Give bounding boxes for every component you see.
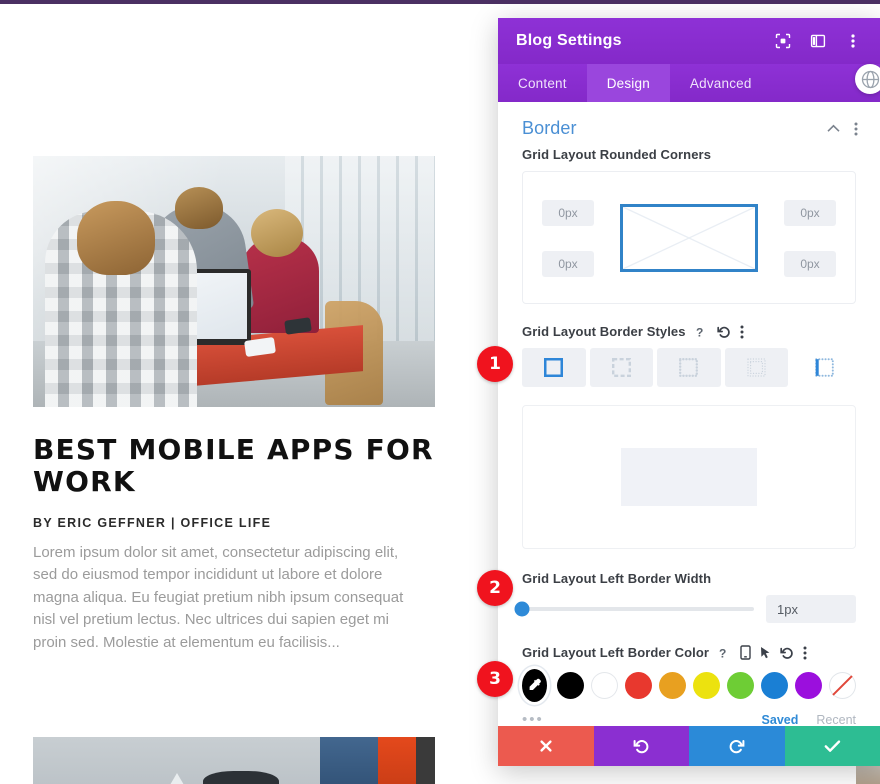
modal-header-icons [774, 32, 862, 50]
focus-icon[interactable] [774, 32, 792, 50]
color-swatch-black[interactable] [557, 672, 584, 699]
modal-body: Border Grid Layout Rounded Corners 0px 0… [498, 102, 880, 726]
border-style-options [522, 348, 856, 387]
modal-header: Blog Settings [498, 18, 880, 64]
eyedropper-icon[interactable] [522, 669, 547, 702]
left-border-width-slider[interactable] [514, 601, 754, 617]
field-rounded-corners: Grid Layout Rounded Corners 0px 0px 0px … [498, 147, 880, 304]
post-title: BEST MOBILE APPS FOR WORK [33, 433, 434, 499]
border-style-left-only[interactable] [792, 348, 856, 387]
color-swatch-blue[interactable] [761, 672, 788, 699]
modal-footer [498, 726, 880, 766]
step-marker-3: 3 [477, 661, 513, 697]
save-button[interactable] [784, 726, 880, 766]
border-styles-kebab-menu-icon[interactable] [740, 325, 744, 339]
label-left-border-color: Grid Layout Left Border Color ? [522, 645, 856, 660]
reset-icon[interactable] [716, 325, 731, 339]
border-preview-swatch [621, 448, 757, 506]
blog-settings-modal: Blog Settings Content Design Advanced Bo… [498, 18, 880, 766]
post-featured-image [33, 156, 435, 407]
color-kebab-menu-icon[interactable] [803, 646, 807, 660]
corner-input-bottom-right[interactable]: 0px [784, 251, 836, 277]
post-meta: BY ERIC GEFFNER | OFFICE LIFE [33, 515, 272, 530]
corner-input-top-left[interactable]: 0px [542, 200, 594, 226]
svg-text:?: ? [719, 646, 726, 660]
help-icon[interactable]: ? [695, 325, 708, 339]
color-help-icon[interactable]: ? [718, 646, 731, 660]
border-style-dotted[interactable] [657, 348, 721, 387]
modal-tabs: Content Design Advanced [498, 64, 880, 102]
color-swatch-red[interactable] [625, 672, 652, 699]
tab-design[interactable]: Design [586, 64, 670, 102]
left-border-width-row: 1px [514, 595, 856, 623]
color-swatch-yellow[interactable] [693, 672, 720, 699]
globe-icon[interactable] [855, 64, 880, 94]
tab-content[interactable]: Content [498, 64, 587, 102]
blog-post-card: BEST MOBILE APPS FOR WORK BY ERIC GEFFNE… [33, 156, 435, 654]
label-border-styles-text: Grid Layout Border Styles [522, 324, 686, 339]
svg-text:?: ? [696, 325, 703, 339]
slider-knob[interactable] [514, 601, 530, 617]
color-swatch-transparent[interactable] [829, 672, 856, 699]
field-border-preview [498, 405, 880, 549]
screenshot-root: BEST MOBILE APPS FOR WORK BY ERIC GEFFNE… [0, 0, 880, 784]
border-style-double[interactable] [724, 348, 789, 387]
border-style-dashed[interactable] [589, 348, 654, 387]
kebab-menu-icon[interactable] [844, 32, 862, 50]
tab-advanced[interactable]: Advanced [670, 64, 772, 102]
redo-button[interactable] [689, 726, 785, 766]
step-marker-2: 2 [477, 570, 513, 606]
layout-columns-icon[interactable] [809, 32, 827, 50]
left-border-width-value[interactable]: 1px [766, 595, 856, 623]
saved-colors-tab[interactable]: Saved [762, 713, 799, 727]
color-reset-icon[interactable] [780, 646, 794, 660]
corner-preview-rect [620, 203, 758, 272]
section-title-border: Border [522, 118, 577, 138]
border-preview-box [522, 405, 856, 549]
border-section-header: Border [498, 102, 880, 147]
corner-input-bottom-left[interactable]: 0px [542, 251, 594, 277]
color-swatch-purple[interactable] [795, 672, 822, 699]
label-left-border-width: Grid Layout Left Border Width [522, 571, 712, 586]
chevron-up-icon[interactable] [827, 124, 840, 133]
label-border-styles: Grid Layout Border Styles ? [522, 324, 856, 339]
section-kebab-menu-icon[interactable] [854, 122, 858, 136]
undo-button[interactable] [593, 726, 689, 766]
color-swatch-white[interactable] [591, 672, 618, 699]
cursor-icon[interactable] [760, 646, 771, 660]
mobile-icon[interactable] [740, 645, 751, 660]
modal-title: Blog Settings [516, 32, 622, 49]
step-marker-1: 1 [477, 346, 513, 382]
rounded-corners-control[interactable]: 0px 0px 0px 0px [522, 171, 856, 304]
label-left-border-color-text: Grid Layout Left Border Color [522, 645, 710, 660]
more-colors-button[interactable]: ••• [522, 711, 762, 726]
recent-colors-tab[interactable]: Recent [816, 713, 856, 727]
cancel-button[interactable] [498, 726, 594, 766]
color-swatch-orange[interactable] [659, 672, 686, 699]
border-style-solid[interactable] [522, 348, 586, 387]
color-swatch-green[interactable] [727, 672, 754, 699]
post-excerpt: Lorem ipsum dolor sit amet, consectetur … [33, 543, 404, 651]
field-left-border-color: Grid Layout Left Border Color ? [498, 645, 880, 702]
corner-input-top-right[interactable]: 0px [784, 200, 836, 226]
field-border-styles: Grid Layout Border Styles ? [498, 324, 880, 387]
label-rounded-corners: Grid Layout Rounded Corners [522, 147, 712, 162]
color-swatch-footer: ••• Saved Recent [498, 711, 880, 726]
post-featured-image-2 [33, 737, 435, 784]
color-swatch-row [522, 669, 856, 702]
field-left-border-width: Grid Layout Left Border Width 1px [498, 571, 880, 623]
